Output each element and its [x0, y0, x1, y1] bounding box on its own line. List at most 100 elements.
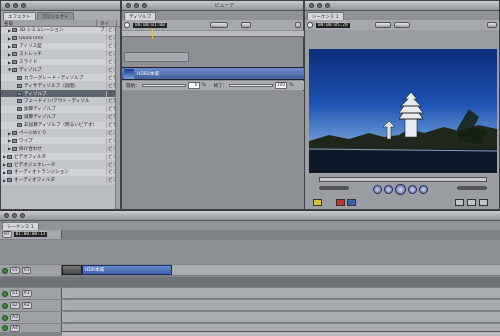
jog-control[interactable] — [457, 186, 487, 190]
tab-project[interactable]: プロジェクト — [36, 12, 74, 20]
browser-titlebar[interactable] — [1, 1, 120, 11]
playhead-sync-popup[interactable] — [487, 22, 497, 28]
track-visibility-toggle[interactable] — [2, 267, 8, 274]
end-slider[interactable] — [229, 84, 274, 87]
track-a1[interactable]: a1 A1 — [0, 288, 500, 299]
effects-list-item[interactable]: ▶ アイリス型 ビン — [1, 43, 120, 51]
tab-effects[interactable]: エフェクト — [3, 12, 36, 20]
track-source[interactable]: a1 — [10, 290, 20, 297]
zoom-icon[interactable] — [21, 3, 26, 8]
track-audible-toggle[interactable] — [2, 325, 8, 331]
effects-list-item[interactable]: ディゾルブビデオ — [1, 90, 120, 99]
effects-list-item[interactable]: ▶ オーディオフィルタ ビン — [1, 176, 120, 185]
effects-list-item[interactable]: 非加算ディゾルブ（明るいビデオ）ビデオ — [1, 122, 120, 130]
effects-list-item[interactable]: ▶ ビデオフィルタ ビン — [1, 153, 120, 162]
start-slider[interactable] — [141, 84, 186, 87]
in-point-icon[interactable] — [467, 199, 476, 206]
effects-list-item[interactable]: ▶ スライド ビン — [1, 59, 120, 67]
effects-list-item[interactable]: カラーグレード・ディゾルブビデオ — [1, 74, 120, 83]
close-icon[interactable] — [4, 213, 9, 218]
track-a2[interactable]: a2 A2 — [0, 300, 500, 311]
zoom-icon[interactable] — [20, 213, 25, 218]
tab-dissolve[interactable]: ディゾルブ — [124, 12, 157, 20]
canvas-scrubber[interactable] — [319, 177, 487, 182]
replace-edit-icon[interactable] — [347, 199, 356, 206]
effects-list-item[interactable]: ▶ ストレッチ ビン — [1, 50, 120, 59]
go-to-start-icon[interactable] — [373, 185, 382, 194]
transition-align-buttons[interactable] — [209, 22, 228, 28]
viewer-titlebar[interactable]: ビューア — [122, 1, 303, 11]
close-icon[interactable] — [126, 3, 131, 8]
effects-list-item[interactable]: ▶ 3D シミュレーション ビン — [1, 27, 120, 35]
rt-popup[interactable]: RT — [2, 231, 12, 238]
overwrite-edit-icon[interactable] — [336, 199, 345, 206]
timeline-scrollbar[interactable] — [62, 331, 500, 336]
effect-name: フェードイン/アウト・ディゾル — [24, 99, 90, 105]
play-icon[interactable] — [395, 184, 406, 195]
shuttle-control[interactable] — [319, 186, 349, 190]
canvas-titlebar[interactable] — [305, 1, 499, 11]
reverse-icon[interactable] — [295, 22, 301, 28]
effects-list-item[interactable]: ▶ QuickTime ビン — [1, 34, 120, 43]
play-around-icon[interactable] — [408, 185, 417, 194]
track-label-a4[interactable]: A4 — [10, 324, 20, 332]
effects-list-item[interactable]: ▶ ビデオジェネレータ ビン — [1, 161, 120, 170]
track-audible-toggle[interactable] — [2, 302, 8, 309]
minimize-icon[interactable] — [317, 3, 322, 8]
viewer-clip-row[interactable]: HDR2本城 — [122, 67, 305, 80]
canvas-timecode[interactable]: 00:00:05:28 — [316, 22, 350, 28]
zoom-icon[interactable] — [325, 3, 330, 8]
track-label-a1[interactable]: A1 — [21, 290, 32, 297]
timeline-clip[interactable]: HDR本城 — [82, 265, 172, 275]
minimize-icon[interactable] — [13, 3, 18, 8]
track-source[interactable]: a2 — [10, 302, 20, 309]
track-audible-toggle[interactable] — [2, 290, 8, 297]
effects-list-item[interactable]: 減算ディゾルブビデオ — [1, 113, 120, 122]
track-label-a3[interactable]: A3 — [10, 314, 20, 321]
close-icon[interactable] — [5, 3, 10, 8]
playhead-marker[interactable] — [152, 29, 153, 39]
viewer-clip-label: HDR2本城 — [137, 72, 159, 77]
timeline-titlebar[interactable] — [0, 211, 500, 221]
track-label-a2[interactable]: A2 — [21, 302, 32, 309]
track-divider[interactable] — [0, 277, 500, 287]
zoom-icon[interactable] — [142, 3, 147, 8]
canvas-window: シーケンス 1 00:00:05:28 — [304, 0, 500, 210]
effects-list-item[interactable]: ▶ 掛け合わせ ビン — [1, 145, 120, 154]
track-source[interactable]: v1 — [10, 267, 20, 274]
start-value[interactable]: 0 — [187, 82, 200, 89]
viewer-timecode[interactable]: 00:00:01:00 — [133, 22, 167, 28]
canvas-video-frame[interactable] — [309, 49, 497, 173]
insert-edit-icon[interactable] — [313, 199, 322, 206]
browser-scrollbar[interactable] — [115, 27, 120, 209]
effects-list-item[interactable]: フェードイン/アウト・ディゾルビデオ — [1, 98, 120, 106]
end-value[interactable]: 100 — [275, 82, 288, 89]
effects-list-item[interactable]: ▶ ページめくり ビン — [1, 129, 120, 138]
effects-list-item[interactable]: ▶ ワイプ ビン — [1, 137, 120, 146]
minimize-icon[interactable] — [134, 3, 139, 8]
column-type[interactable]: タイプ — [97, 20, 117, 33]
track-audible-toggle[interactable] — [2, 314, 8, 321]
effects-list-item[interactable]: ▶ オーディオトランジション ビン — [1, 169, 120, 177]
track-a3[interactable]: A3 — [0, 312, 500, 323]
zoom-popup[interactable] — [374, 22, 391, 28]
go-to-end-icon[interactable] — [419, 185, 428, 194]
tab-sequence[interactable]: シーケンス 1 — [307, 12, 344, 20]
close-icon[interactable] — [309, 3, 314, 8]
transition-overlay[interactable] — [124, 52, 189, 62]
tab-sequence[interactable]: シーケンス 1 — [2, 222, 39, 230]
track-v1[interactable]: v1 V1 HDR本城 — [0, 265, 500, 276]
column-name[interactable]: 名前 — [1, 20, 97, 27]
play-in-out-icon[interactable] — [384, 185, 393, 194]
out-point-icon[interactable] — [479, 199, 488, 206]
drag-hand-icon[interactable] — [240, 22, 251, 28]
marker-icon[interactable] — [455, 199, 464, 206]
minimize-icon[interactable] — [12, 213, 17, 218]
track-label-v1[interactable]: V1 — [21, 267, 32, 274]
effects-list-item[interactable]: ▼ ディゾルブ ビン — [1, 66, 120, 75]
effects-list-item[interactable]: 加算ディゾルブビデオ — [1, 106, 120, 114]
transition-clip[interactable] — [62, 265, 82, 275]
timeline-timecode[interactable]: 01:00:00:13 — [13, 232, 48, 237]
view-popup[interactable] — [393, 22, 410, 28]
effects-list-item[interactable]: ディザディゾルブ（段階）ビデオ — [1, 82, 120, 91]
